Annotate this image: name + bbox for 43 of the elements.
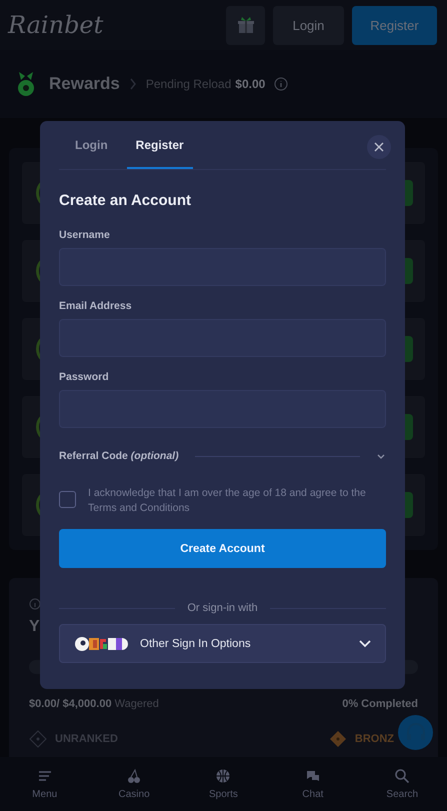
consent-checkbox[interactable] [59,491,76,508]
nav-item[interactable]: Search [372,757,432,811]
chevron-down-icon [359,640,371,648]
consent-text: I acknowledge that I am over the age of 18 and agree to the Terms and Conditions [88,486,367,516]
basketball-icon [215,768,232,784]
nav-item[interactable]: Menu [14,757,75,811]
nav-item[interactable]: Chat [282,757,343,811]
field-label: Username [59,229,111,241]
referral-code-toggle[interactable]: Referral Code (optional) [59,450,179,462]
dialog-tab[interactable]: Register [126,121,193,169]
gift-button[interactable] [226,6,265,44]
divider-text: Or sign-in with [187,602,258,614]
close-button[interactable] [367,135,391,159]
cherries-icon [126,768,142,784]
create-account-button[interactable]: Create Account [59,529,386,568]
rewards-title: Rewards [49,74,120,94]
diamond-outline-icon [29,730,47,748]
chat-icon [304,768,321,784]
chevron-icon [128,78,137,90]
rank-label: BRONZ [354,733,394,745]
dialog-tab[interactable]: Login [66,121,117,169]
field-label: Password [59,371,110,383]
gift-icon [236,16,254,34]
register-button[interactable]: Register [352,6,437,44]
diamond-icon [328,730,347,748]
completed-text: 0% Completed [342,698,418,710]
other-sign-in-dropdown[interactable]: Other Sign In Options [59,624,386,663]
dialog-heading: Create an Account [59,192,192,209]
chevron-down-icon[interactable] [376,452,386,460]
info-icon[interactable] [274,77,288,91]
progress-title: Y [29,618,41,636]
provider-logos-icon [74,636,130,652]
nav-item[interactable]: Casino [104,757,164,811]
rewards-icon [15,70,37,98]
field-label: Email Address [59,300,133,312]
info-icon [29,598,41,610]
search-icon [394,768,410,784]
nav-item[interactable]: Sports [193,757,254,811]
logo[interactable]: Rainbet [8,11,104,39]
pending-reload-amount: $0.00 [235,77,266,91]
menu-icon [36,768,53,784]
close-icon [374,142,384,152]
login-button[interactable]: Login [273,6,344,44]
